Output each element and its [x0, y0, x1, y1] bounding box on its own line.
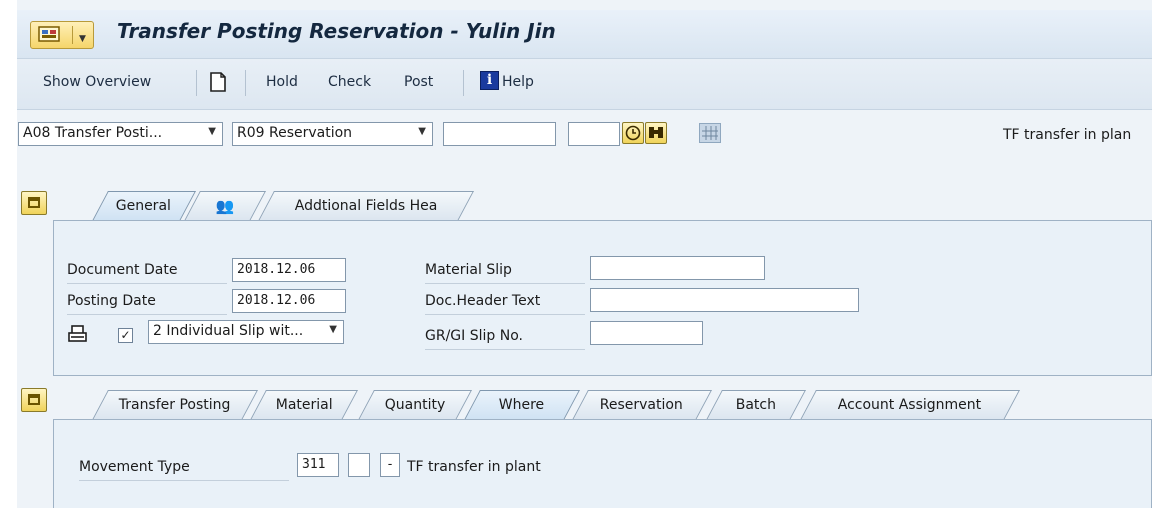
grgi-slip-label: GR/GI Slip No.	[425, 328, 523, 344]
tab-addtional-fields[interactable]: Addtional Fields Hea	[258, 191, 474, 221]
tab-material[interactable]: Material	[250, 390, 358, 420]
material-slip-input[interactable]	[590, 256, 765, 280]
toolbar-separator	[196, 70, 197, 96]
movement-type-label: Movement Type	[79, 459, 190, 475]
window-title: Transfer Posting Reservation - Yulin Jin	[117, 19, 556, 43]
label-underline	[425, 283, 585, 284]
tab-reservation[interactable]: Reservation	[572, 390, 712, 420]
hold-button[interactable]: Hold	[266, 74, 298, 90]
find-icon[interactable]	[645, 122, 667, 144]
document-date-input[interactable]: 2018.12.06	[232, 258, 346, 282]
posting-date-label: Posting Date	[67, 293, 156, 309]
post-button[interactable]: Post	[404, 74, 433, 90]
material-slip-label: Material Slip	[425, 262, 512, 278]
chevron-down-icon: ▼	[418, 126, 426, 137]
expand-item-button[interactable]	[21, 388, 47, 412]
reference-dropdown[interactable]: R09 Reservation ▼	[232, 122, 433, 146]
show-overview-button[interactable]: Show Overview	[43, 74, 151, 90]
label-underline	[425, 314, 585, 315]
label-underline	[67, 283, 227, 284]
movement-text: TF transfer in plant	[407, 459, 541, 475]
grgi-slip-input[interactable]	[590, 321, 703, 345]
posting-date-input[interactable]: 2018.12.06	[232, 289, 346, 313]
document-date-label: Document Date	[67, 262, 178, 278]
label-underline	[79, 480, 289, 481]
tab-batch[interactable]: Batch	[706, 390, 806, 420]
layout-grid-icon[interactable]	[699, 123, 721, 143]
chevron-down-icon: ▼	[208, 126, 216, 137]
action-dropdown[interactable]: A08 Transfer Posti... ▼	[18, 122, 223, 146]
printer-icon[interactable]	[67, 324, 89, 344]
where-panel	[53, 419, 1152, 508]
chevron-down-icon: ▼	[329, 324, 337, 335]
special-stock-input[interactable]	[348, 453, 370, 477]
partner-icon: 👥	[215, 197, 235, 215]
left-edge	[0, 0, 17, 508]
application-toolbar	[17, 59, 1152, 110]
toolbar-separator	[245, 70, 246, 96]
doc-header-text-label: Doc.Header Text	[425, 293, 541, 309]
reference-value: R09 Reservation	[237, 125, 353, 141]
expand-header-button[interactable]	[21, 191, 47, 215]
tab-where[interactable]: Where	[464, 390, 580, 420]
system-menu-button[interactable]: ▼	[30, 21, 94, 49]
help-icon[interactable]: i	[480, 71, 499, 90]
movement-type-text: TF transfer in plan	[1003, 127, 1132, 143]
movement-type-input[interactable]: 311	[297, 453, 339, 477]
tab-general[interactable]: General	[92, 191, 196, 221]
new-document-icon[interactable]	[208, 71, 228, 93]
reversal-indicator: -	[380, 453, 400, 477]
print-checkbox[interactable]: ✓	[118, 328, 133, 343]
help-button[interactable]: Help	[502, 74, 534, 90]
doc-header-text-input[interactable]	[590, 288, 859, 312]
action-value: A08 Transfer Posti...	[23, 125, 163, 141]
tab-quantity[interactable]: Quantity	[358, 390, 472, 420]
system-menu-icon	[38, 26, 60, 42]
toolbar-separator	[463, 70, 464, 96]
label-underline	[425, 349, 585, 350]
tab-account-assignment[interactable]: Account Assignment	[800, 390, 1020, 420]
label-underline	[67, 314, 227, 315]
reference-document-input[interactable]	[443, 122, 556, 146]
dropdown-arrow-icon: ▼	[79, 34, 86, 44]
reference-item-input[interactable]	[568, 122, 620, 146]
tab-transfer-posting[interactable]: Transfer Posting	[92, 390, 258, 420]
slip-option-dropdown[interactable]: 2 Individual Slip wit... ▼	[148, 320, 344, 344]
execute-icon[interactable]	[622, 122, 644, 144]
check-button[interactable]: Check	[328, 74, 371, 90]
slip-option-value: 2 Individual Slip wit...	[153, 323, 304, 339]
